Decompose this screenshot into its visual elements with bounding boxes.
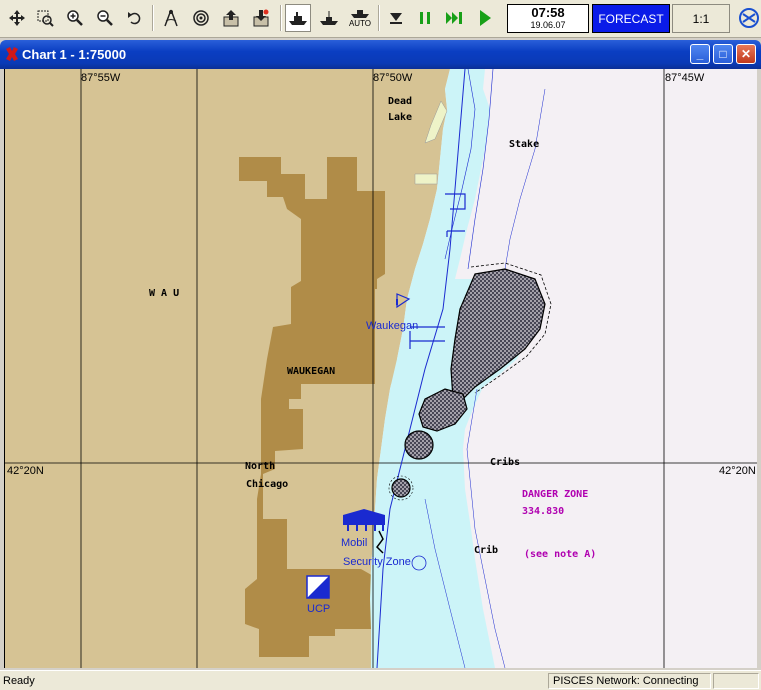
clock-time: 07:58 — [531, 5, 565, 20]
pan-icon[interactable] — [4, 4, 30, 32]
maximize-button[interactable]: □ — [713, 44, 733, 64]
place-wau: W A U — [149, 288, 180, 299]
longitude-label-2: 87°50W — [373, 72, 413, 84]
place-waukegan-harbor: Waukegan — [366, 320, 419, 332]
longitude-label-3: 87°45W — [665, 72, 705, 84]
target-icon[interactable] — [188, 4, 214, 32]
place-north: North — [245, 461, 276, 472]
place-cribs: Cribs — [490, 457, 521, 468]
import-icon[interactable] — [248, 4, 274, 32]
status-panel-empty — [713, 673, 759, 689]
main-toolbar: AUTO 07:58 19.06.07 FORECAST 1:1 — [0, 0, 761, 38]
place-dead: Dead — [388, 96, 413, 107]
stop-icon[interactable] — [383, 4, 409, 32]
zoom-window-icon[interactable] — [32, 4, 58, 32]
play-icon[interactable] — [472, 4, 498, 32]
measure-icon[interactable] — [158, 4, 184, 32]
longitude-label-1: 87°55W — [81, 72, 121, 84]
network-status: PISCES Network: Connecting — [548, 673, 711, 689]
status-bar: Ready PISCES Network: Connecting — [0, 670, 761, 690]
undo-view-icon[interactable] — [122, 4, 148, 32]
place-waukegan-town: WAUKEGAN — [287, 366, 336, 377]
place-mobil: Mobil — [341, 537, 368, 549]
note-a-label: (see note A) — [524, 549, 597, 560]
place-lake: Lake — [388, 112, 413, 123]
window-title: Chart 1 - 1:75000 — [22, 47, 127, 62]
place-ucp: UCP — [307, 603, 331, 615]
chart-app-icon — [4, 46, 20, 62]
fast-forward-icon[interactable] — [442, 4, 468, 32]
status-ready: Ready — [3, 675, 35, 687]
export-icon[interactable] — [218, 4, 244, 32]
minimize-button[interactable]: _ — [690, 44, 710, 64]
clock-display: 07:58 19.06.07 — [507, 4, 589, 33]
chart-window-titlebar[interactable]: Chart 1 - 1:75000 _ □ ✕ — [0, 40, 761, 69]
place-crib: Crib — [474, 545, 499, 556]
danger-zone-label: DANGER ZONE — [522, 489, 589, 500]
ship-alt-icon[interactable] — [316, 4, 342, 32]
danger-zone-frequency: 334.830 — [522, 506, 565, 517]
place-chicago: Chicago — [246, 479, 289, 490]
zoom-out-icon[interactable] — [92, 4, 118, 32]
auto-icon[interactable]: AUTO — [346, 4, 374, 32]
clock-date: 19.06.07 — [530, 20, 566, 30]
place-security-zone: Security Zone — [343, 556, 411, 568]
latitude-label-right: 42°20N — [719, 465, 756, 477]
chart-canvas — [5, 69, 757, 668]
zoom-in-icon[interactable] — [62, 4, 88, 32]
place-stake: Stake — [509, 139, 540, 150]
latitude-label-left: 42°20N — [7, 465, 44, 477]
forecast-button[interactable]: FORECAST — [592, 4, 670, 33]
scale-button[interactable]: 1:1 — [672, 4, 730, 33]
nautical-chart[interactable]: 87°55W 87°50W 87°45W 42°20N 42°20N Dead … — [4, 69, 757, 668]
close-button[interactable]: ✕ — [736, 44, 756, 64]
network-icon[interactable] — [737, 4, 761, 33]
auto-label: AUTO — [348, 19, 372, 28]
ship-icon[interactable] — [285, 4, 311, 32]
pause-icon[interactable] — [412, 4, 438, 32]
